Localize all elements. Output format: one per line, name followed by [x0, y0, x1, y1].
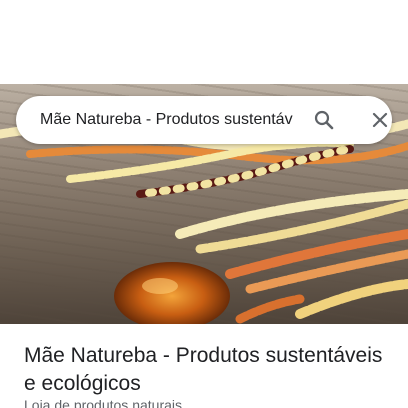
- search-bar[interactable]: Mãe Natureba - Produtos sustentáv: [16, 96, 392, 144]
- place-title: Mãe Natureba - Produtos sustentáveis e e…: [24, 344, 383, 395]
- search-icon: [314, 110, 334, 130]
- place-category: Loja de produtos naturais: [24, 397, 182, 408]
- close-icon: [372, 112, 388, 128]
- close-button[interactable]: [364, 104, 396, 136]
- top-blank-area: [0, 0, 408, 84]
- search-button[interactable]: [308, 104, 340, 136]
- search-input[interactable]: Mãe Natureba - Produtos sustentáv: [40, 96, 304, 144]
